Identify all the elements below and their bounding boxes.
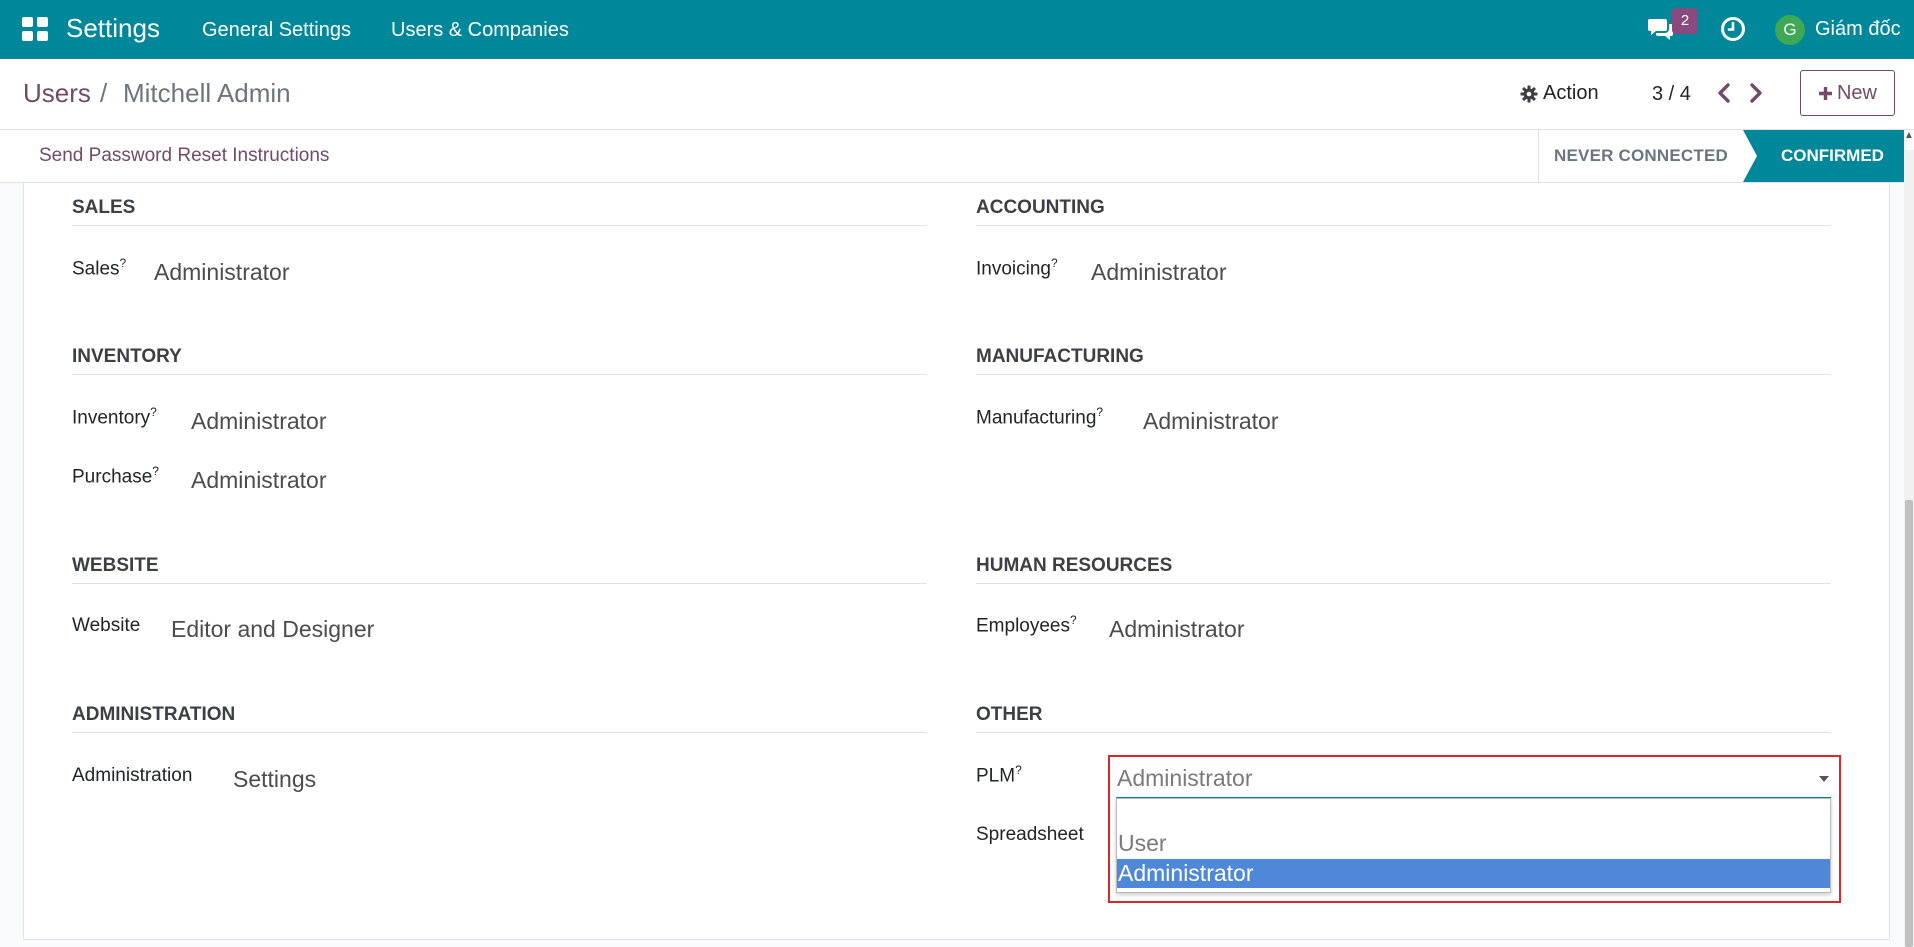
field-label-administration: Administration [72,765,193,786]
stage-confirmed[interactable]: CONFIRMED [1743,130,1904,182]
action-label: Action [1543,82,1599,104]
field-label-sales: Sales? [72,256,127,280]
field-value-administration[interactable]: Settings [233,766,316,793]
stage-never-connected[interactable]: NEVER CONNECTED [1538,130,1743,182]
chevron-right-icon[interactable] [1746,81,1766,105]
field-value-manufacturing[interactable]: Administrator [1143,408,1278,435]
field-value-employees[interactable]: Administrator [1109,616,1244,643]
field-label-manufacturing: Manufacturing? [976,405,1104,429]
field-label-purchase: Purchase? [72,464,159,488]
clock-icon[interactable] [1720,16,1746,42]
breadcrumb-separator: / [100,78,108,108]
section-title-human-resources: HUMAN RESOURCES [976,555,1831,584]
section-title-manufacturing: MANUFACTURING [976,346,1831,375]
field-label-plm: PLM? [976,763,1022,787]
field-label-spreadsheet: Spreadsheet [976,824,1084,845]
section-title-accounting: ACCOUNTING [976,197,1831,226]
field-label-invoicing: Invoicing? [976,256,1058,280]
menu-general-settings[interactable]: General Settings [202,19,351,42]
field-value-purchase[interactable]: Administrator [191,467,326,494]
field-value-invoicing[interactable]: Administrator [1091,259,1226,286]
avatar[interactable]: G [1775,15,1805,45]
section-title-inventory: INVENTORY [72,346,927,375]
new-button[interactable]: New [1800,70,1895,116]
status-bar: Send Password Reset Instructions NEVER C… [0,130,1904,183]
section-title-sales: SALES [72,197,927,226]
action-button[interactable]: Action [1520,82,1599,105]
option-administrator[interactable]: Administrator [1117,859,1830,888]
apps-menu-icon[interactable] [22,17,48,41]
plm-options-list: User Administrator [1116,798,1831,893]
chat-icon[interactable] [1647,16,1675,42]
scrollbar-thumb[interactable] [1905,500,1913,947]
plus-icon [1818,86,1832,100]
app-name[interactable]: Settings [66,13,160,44]
field-value-website[interactable]: Editor and Designer [171,616,374,643]
top-navbar: Settings General Settings Users & Compan… [0,0,1914,59]
field-label-inventory: Inventory? [72,405,157,429]
breadcrumb-current: Mitchell Admin [123,78,291,108]
caret-down-icon[interactable] [1819,776,1829,782]
chevron-left-icon[interactable] [1714,81,1734,105]
gear-icon [1520,85,1538,102]
field-value-sales[interactable]: Administrator [154,259,289,286]
new-label: New [1836,81,1877,104]
plm-select[interactable]: Administrator [1117,765,1252,792]
send-password-reset-button[interactable]: Send Password Reset Instructions [39,145,329,167]
field-label-employees: Employees? [976,613,1077,637]
breadcrumb-users[interactable]: Users [23,78,91,109]
menu-users-companies[interactable]: Users & Companies [391,19,569,42]
option-empty[interactable] [1117,801,1830,830]
scroll-up-arrow[interactable]: ▲ [1904,130,1914,150]
user-menu-name[interactable]: Giám đốc [1815,18,1901,41]
field-label-website: Website [72,615,141,636]
option-user[interactable]: User [1117,829,1830,858]
section-title-website: WEBSITE [72,555,927,584]
control-panel: Users / Mitchell Admin Action 3 / 4 New [0,59,1914,130]
pager-value[interactable]: 3 / 4 [1652,83,1691,106]
section-title-administration: ADMINISTRATION [72,704,927,733]
field-value-inventory[interactable]: Administrator [191,408,326,435]
section-title-other: OTHER [976,704,1831,733]
chat-badge: 2 [1672,8,1698,34]
